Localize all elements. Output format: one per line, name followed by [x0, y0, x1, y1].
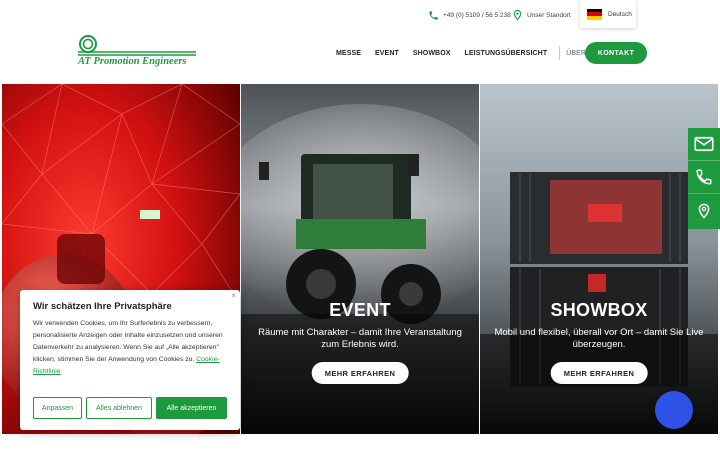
- panel-subtitle-showbox: Mobil und flexibel, überall vor Ort – da…: [494, 327, 704, 350]
- cookie-body: Wir verwenden Cookies, um Ihr Surferlebn…: [33, 318, 233, 378]
- language-label: Deutsch: [608, 10, 632, 18]
- side-location-button[interactable]: [688, 194, 720, 227]
- hero-panel-event[interactable]: EVENT Räume mit Charakter – damit Ihre V…: [241, 84, 479, 434]
- location-pin-icon: [698, 203, 710, 219]
- cookie-button-row: Anpassen Alles ablehnen Alle akzeptieren: [33, 397, 227, 419]
- cookie-customize-button[interactable]: Anpassen: [33, 397, 82, 419]
- cookie-close-button[interactable]: ×: [231, 291, 236, 300]
- top-location-label: Unser Standort: [527, 11, 571, 19]
- panel-subtitle-event: Räume mit Charakter – damit Ihre Veranst…: [258, 327, 462, 350]
- phone-icon: [696, 169, 712, 185]
- logo-text[interactable]: AT Promotion Engineers: [78, 56, 187, 67]
- nav-item-messe[interactable]: MESSE: [336, 50, 361, 57]
- top-phone-link[interactable]: +49 (0) 5109 / 56 5 238: [428, 8, 511, 22]
- top-location-link[interactable]: Unser Standort: [512, 8, 571, 22]
- hero-panel-showbox[interactable]: SHOWBOX Mobil und flexibel, überall vor …: [480, 84, 718, 434]
- cookie-accept-button[interactable]: Alle akzeptieren: [156, 397, 227, 419]
- mail-icon: [694, 136, 714, 152]
- showbox-more-button[interactable]: MEHR ERFAHREN: [550, 362, 648, 384]
- location-pin-icon: [513, 9, 522, 21]
- side-contact-bar: [688, 128, 720, 229]
- side-phone-button[interactable]: [688, 161, 720, 194]
- cookie-consent-dialog: × Wir schätzen Ihre Privatsphäre Wir ver…: [20, 290, 240, 430]
- panel-title-event: EVENT: [329, 300, 391, 320]
- panel-title-showbox: SHOWBOX: [550, 300, 648, 320]
- nav-divider: [559, 46, 561, 60]
- cookie-text: Wir verwenden Cookies, um Ihr Surferlebn…: [33, 320, 223, 363]
- cookie-reject-button[interactable]: Alles ablehnen: [86, 397, 152, 419]
- cookie-title: Wir schätzen Ihre Privatsphäre: [33, 301, 172, 312]
- event-more-button[interactable]: MEHR ERFAHREN: [311, 362, 409, 384]
- german-flag-icon: [587, 8, 602, 20]
- top-phone-number: +49 (0) 5109 / 56 5 238: [443, 11, 511, 19]
- top-bar: +49 (0) 5109 / 56 5 238 Unser Standort D…: [0, 0, 720, 30]
- nav-item-event[interactable]: EVENT: [375, 50, 399, 57]
- language-switcher[interactable]: Deutsch: [580, 0, 636, 28]
- chat-launcher-button[interactable]: [655, 391, 693, 429]
- main-nav: MESSE EVENT SHOWBOX LEISTUNGSÜBERSICHT Ü…: [336, 46, 617, 60]
- nav-item-leistungsuebersicht[interactable]: LEISTUNGSÜBERSICHT: [465, 50, 548, 57]
- nav-item-showbox[interactable]: SHOWBOX: [413, 50, 451, 57]
- phone-icon: [429, 10, 438, 20]
- side-mail-button[interactable]: [688, 128, 720, 161]
- kontakt-button[interactable]: KONTAKT: [585, 42, 647, 64]
